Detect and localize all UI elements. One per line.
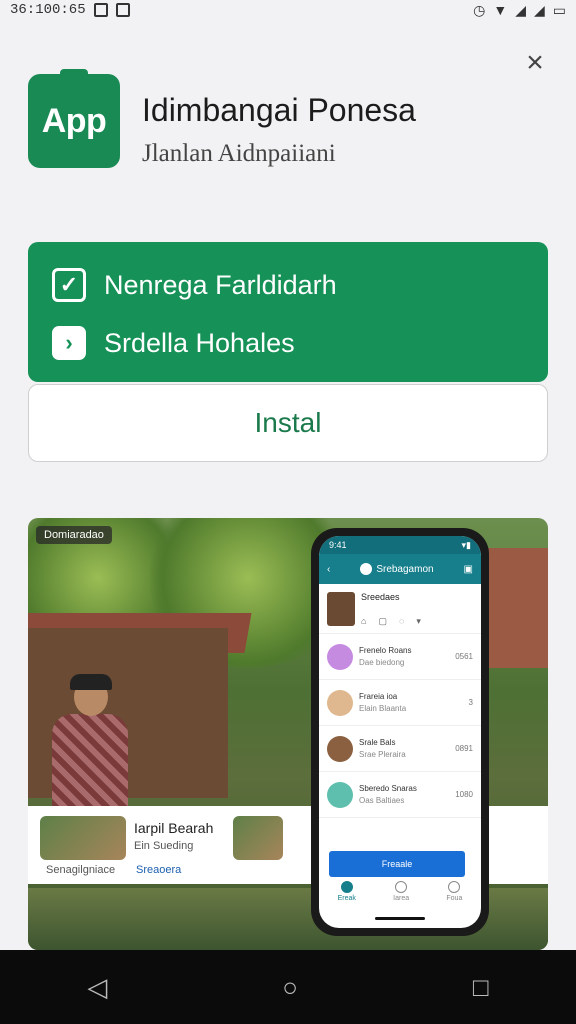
phone-time: 9:41	[329, 540, 347, 550]
install-button[interactable]: Instal	[28, 384, 548, 462]
avatar	[327, 689, 353, 716]
app-icon: App	[28, 69, 120, 168]
chat-icon: ◌	[398, 616, 405, 626]
phone-tab: Iarea	[393, 881, 409, 902]
phone-profile: Sreedaes ⌂ ▢ ◌ ▾	[319, 584, 481, 634]
profile-name: Sreedaes	[361, 592, 400, 602]
app-title: Idimbangai Ponesa	[142, 92, 416, 128]
chevron-right-icon: ›	[52, 326, 86, 360]
item-subtitle: Oas Baltiaes	[359, 796, 405, 805]
app-subtitle: Jlanlan Aidnpaiiani	[142, 140, 336, 167]
item-subtitle: Srae Pleraira	[359, 750, 406, 759]
feature-row[interactable]: ✓ Nenrega Farldidarh	[52, 268, 337, 302]
screenshot-tag: Domiaradao	[36, 526, 112, 544]
avatar	[327, 781, 353, 808]
strip-link: Sreaoera	[136, 864, 182, 876]
item-subtitle: Dae biedong	[359, 658, 405, 667]
thumbnail-image	[233, 816, 283, 860]
checkbox-icon: ✓	[52, 268, 86, 302]
battery-icon: ▭	[552, 1, 566, 18]
thumbnail-image	[40, 816, 126, 860]
list-item: Frenelo Roans Dae biedong 0561	[319, 634, 481, 680]
note-icon: ▢	[378, 616, 387, 626]
tab-label: Iarea	[393, 895, 410, 902]
phone-tab-bar: Ereak Iarea Foua	[319, 881, 481, 902]
back-icon[interactable]: ◁	[87, 972, 107, 1003]
item-title: Frareia ioa	[359, 692, 398, 701]
feature-label: Nenrega Farldidarh	[104, 269, 337, 300]
phone-tab: Ereak	[338, 881, 356, 902]
status-bar: 36:100:65 ◷ ▼ ◢ ◢ ▭	[0, 0, 576, 20]
item-title: Sberedo Snaras	[359, 784, 417, 793]
status-time: 36:100:65	[10, 2, 86, 18]
strip-footer: Senagilgniace	[46, 864, 116, 876]
menu-icon: ▣	[463, 563, 473, 575]
avatar	[327, 592, 355, 626]
phone-tab: Foua	[446, 881, 462, 902]
home-indicator	[375, 917, 425, 920]
recents-icon[interactable]: □	[473, 972, 489, 1003]
feature-label: Srdella Hohales	[104, 327, 295, 358]
item-count: 0891	[455, 744, 473, 753]
notification-icon	[93, 3, 108, 17]
app-icon-label: App	[41, 101, 107, 140]
alarm-icon: ◷	[473, 1, 486, 18]
signal-icon: ◢	[533, 1, 545, 18]
phone-status-bar: 9:41 ▾▮	[319, 536, 481, 554]
item-title: Frenelo Roans	[359, 646, 412, 655]
item-count: 3	[468, 698, 473, 707]
feature-card: ✓ Nenrega Farldidarh › Srdella Hohales	[28, 242, 548, 382]
item-count: 0561	[455, 652, 473, 661]
home-icon: ⌂	[361, 616, 367, 626]
close-icon[interactable]: ×	[520, 48, 550, 78]
profile-icon	[448, 881, 461, 893]
item-title: Srale Bals	[359, 738, 396, 747]
phone-header: ‹ Srebagamon ▣	[319, 554, 481, 584]
strip-title: Iarpil Bearah	[134, 820, 214, 836]
avatar	[327, 643, 353, 670]
signal-icon: ◢	[515, 1, 526, 18]
feature-row[interactable]: › Srdella Hohales	[52, 326, 295, 360]
avatar	[327, 735, 353, 762]
tab-label: Ereak	[337, 895, 356, 902]
grid-icon	[395, 881, 408, 893]
phone-screen: 9:41 ▾▮ ‹ Srebagamon ▣ Sreedaes ⌂ ▢ ◌ ▾ Fre…	[319, 536, 481, 928]
phone-header-title: Srebagamon	[376, 563, 434, 575]
system-nav-bar: ◁ ○ □	[0, 950, 576, 1024]
phone-mockup: 9:41 ▾▮ ‹ Srebagamon ▣ Sreedaes ⌂ ▢ ◌ ▾ Fre…	[311, 528, 489, 936]
phone-signal-icon: ▾▮	[461, 539, 471, 550]
home-icon[interactable]: ○	[282, 972, 298, 1003]
item-subtitle: Elain Blaanta	[359, 704, 407, 713]
list-item: Frareia ioa Elain Blaanta 3	[319, 680, 481, 726]
phone-action-button: Freaale	[329, 851, 465, 877]
app-screenshot: Domiaradao Iarpil Bearah Ein Sueding Sen…	[28, 518, 548, 950]
item-count: 1080	[455, 790, 473, 799]
wifi-icon: ▼	[493, 2, 508, 18]
chevron-down-icon: ▾	[416, 616, 421, 626]
strip-subtitle: Ein Sueding	[134, 840, 194, 852]
logo-icon	[360, 563, 373, 575]
back-icon: ‹	[327, 563, 331, 575]
notification-icon	[115, 3, 130, 17]
tab-label: Foua	[446, 895, 463, 902]
list-item: Srale Bals Srae Pleraira 0891	[319, 726, 481, 772]
list-item: Sberedo Snaras Oas Baltiaes 1080	[319, 772, 481, 818]
home-icon	[340, 881, 353, 893]
